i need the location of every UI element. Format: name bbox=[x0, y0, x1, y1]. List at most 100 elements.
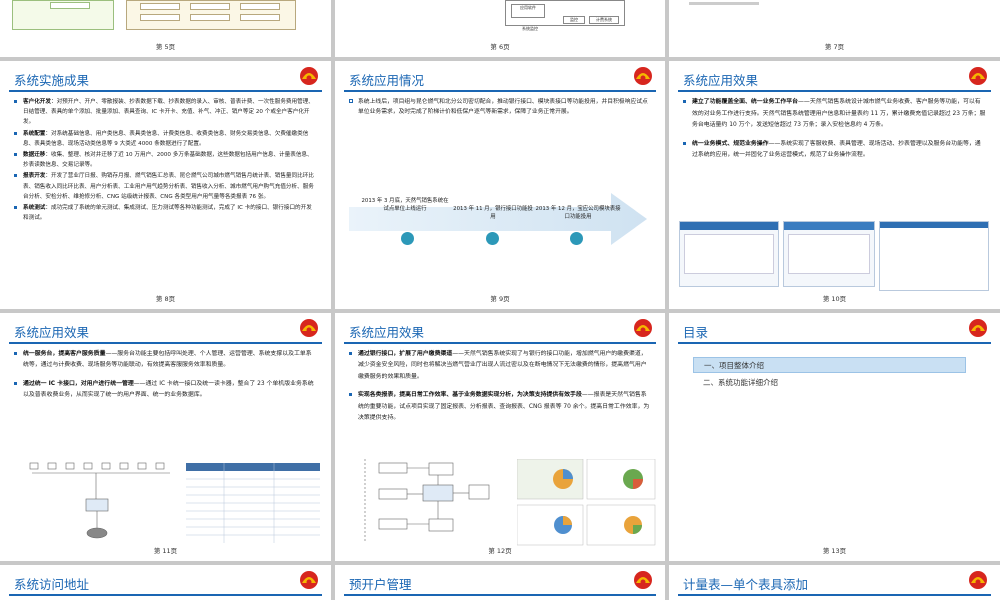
text-fragment bbox=[689, 2, 759, 5]
petrochina-logo-icon bbox=[634, 319, 652, 337]
screenshot-thumbnail bbox=[679, 221, 779, 287]
diagram-label: 系统监控 bbox=[515, 26, 545, 32]
bullet-heading: 系统测试 bbox=[23, 205, 46, 212]
title-rule bbox=[344, 342, 656, 344]
slide-title: 计量表—单个表具添加 bbox=[683, 577, 809, 592]
diagram-block bbox=[190, 3, 230, 10]
slide-title: 系统应用效果 bbox=[683, 73, 759, 88]
title-rule bbox=[678, 90, 991, 92]
page-number: 第 6页 bbox=[490, 43, 510, 51]
slide-title: 目录 bbox=[683, 325, 709, 340]
toc-item-overview[interactable]: 一、项目整体介绍 bbox=[693, 357, 966, 373]
slide-14[interactable]: 系统访问地址 bbox=[0, 565, 331, 600]
petrochina-logo-icon bbox=[300, 319, 318, 337]
bullet-text: ：开发了营业厅日报、购销存月报、燃气销售汇总表、昆仑燃气公司城市燃气销售月统计表… bbox=[23, 173, 314, 200]
slide-6[interactable]: 应用软件 监控 计费系统 系统监控 第 6页 bbox=[335, 0, 665, 57]
bullet-icon bbox=[683, 141, 686, 145]
bullet-item: 系统测试：成功完成了系统的单元测试、集成测试、压力测试等各种功能测试，完成了 I… bbox=[14, 203, 317, 223]
screenshot-thumbnail bbox=[783, 221, 875, 287]
bullet-heading: 统一服务台，提高客户服务质量 bbox=[23, 351, 106, 357]
report-charts-thumbnail bbox=[517, 459, 656, 546]
timeline-dot bbox=[486, 232, 499, 245]
petrochina-logo-icon bbox=[969, 319, 987, 337]
bullet-item: 数据迁移：收集、整理、核对并迁移了近 10 万用户、2000 多万条基础数据，这… bbox=[14, 150, 317, 170]
diagram-block bbox=[140, 14, 180, 21]
toc-item-functions[interactable]: 二、系统功能详细介绍 bbox=[693, 375, 966, 391]
bank-interface-diagram bbox=[364, 459, 490, 543]
bullet-heading: 客户化开发 bbox=[23, 99, 51, 105]
timeline-dot bbox=[401, 232, 414, 245]
slide-body: 统一服务台，提高客户服务质量——服务台功能主要包括呼叫处理、个人管理、运营管理、… bbox=[14, 349, 317, 409]
hollow-bullet-icon bbox=[349, 99, 353, 103]
slide-16[interactable]: 计量表—单个表具添加 bbox=[669, 565, 1000, 600]
page-number: 第 13页 bbox=[822, 547, 847, 555]
page-number: 第 10页 bbox=[822, 295, 847, 303]
bullet-item: 统一业务模式、规范业务操作——系统实现了客服收费、表具管理、现场活动、抄表管理以… bbox=[683, 139, 986, 162]
bullet-text: ：收集、整理、核对并迁移了近 10 万用户、2000 多万条基础数据，这些数据包… bbox=[23, 152, 313, 169]
petrochina-logo-icon bbox=[969, 67, 987, 85]
slide-title: 系统访问地址 bbox=[14, 577, 90, 592]
title-rule bbox=[9, 90, 322, 92]
bullet-item: 建立了功能覆盖全面、统一业务工作平台——天然气销售系统设计城市燃气业务收费、客户… bbox=[683, 97, 986, 132]
diagram-block bbox=[190, 14, 230, 21]
architecture-diagram bbox=[29, 462, 170, 539]
bullet-item: 统一服务台，提高客户服务质量——服务台功能主要包括呼叫处理、个人管理、运营管理、… bbox=[14, 349, 317, 372]
slide-12[interactable]: 系统应用效果 通过银行接口，扩展了用户缴费渠道——天然气销售系统实现了与银行的接… bbox=[335, 313, 665, 561]
diagram-block bbox=[50, 2, 90, 9]
bullet-icon bbox=[349, 352, 352, 355]
title-rule bbox=[678, 594, 991, 596]
bullet-item: 报表开发：开发了营业厅日报、购销存月报、燃气销售汇总表、昆仑燃气公司城市燃气销售… bbox=[14, 171, 317, 202]
slide-title: 预开户管理 bbox=[349, 577, 412, 592]
bullet-heading: 报表开发 bbox=[23, 173, 46, 180]
bullet-icon bbox=[349, 393, 352, 397]
title-rule bbox=[344, 90, 656, 92]
slide-13[interactable]: 目录 一、项目整体介绍 二、系统功能详细介绍 第 13页 bbox=[669, 313, 1000, 561]
page-number: 第 12页 bbox=[488, 547, 512, 555]
bullet-heading: 通过银行接口，扩展了用户缴费渠道 bbox=[358, 351, 453, 357]
bullet-icon bbox=[683, 100, 686, 103]
timeline-label: 2013 年 11 月，银行接口功能投用 bbox=[453, 206, 533, 220]
bullet-item: 通过统一 IC 卡接口，对用户进行统一管理——通过 IC 卡统一接口及统一读卡器… bbox=[14, 379, 317, 402]
slide-thumbnail-grid: 第 5页 应用软件 监控 计费系统 系统监控 第 6页 第 7页 系统实施成果 … bbox=[0, 0, 1000, 600]
slide-15[interactable]: 预开户管理 bbox=[335, 565, 665, 600]
bullet-heading: 建立了功能覆盖全面、统一业务工作平台 bbox=[692, 99, 799, 105]
title-rule bbox=[9, 342, 322, 344]
bullet-icon bbox=[14, 352, 17, 355]
diagram-label: 监控 bbox=[563, 16, 585, 24]
bullet-item: 实现各类报表，提高日常工作效率、基于业务数据实现分析，为决策支持提供有效手段——… bbox=[349, 390, 651, 424]
slide-11[interactable]: 系统应用效果 统一服务台，提高客户服务质量——服务台功能主要包括呼叫处理、个人管… bbox=[0, 313, 331, 561]
bullet-icon bbox=[14, 381, 17, 385]
slide-title: 系统应用效果 bbox=[349, 325, 425, 340]
slide-body: 系统上线后，项目组与昆仑燃气和北分公司密切配合，推动银行接口、模块表接口等功能投… bbox=[349, 97, 651, 118]
slide-9[interactable]: 系统应用情况 系统上线后，项目组与昆仑燃气和北分公司密切配合，推动银行接口、模块… bbox=[335, 61, 665, 309]
bullet-item: 通过银行接口，扩展了用户缴费渠道——天然气销售系统实现了与银行的接口功能，增加燃… bbox=[349, 349, 651, 383]
page-number: 第 11页 bbox=[153, 547, 178, 555]
title-rule bbox=[344, 594, 656, 596]
slide-title: 系统应用情况 bbox=[349, 73, 425, 88]
slide-body: 客户化开发：对预开户、开户、零散报装、抄表数据下载、抄表数据的录入、审核、普表计… bbox=[14, 97, 317, 224]
slide-8[interactable]: 系统实施成果 客户化开发：对预开户、开户、零散报装、抄表数据下载、抄表数据的录入… bbox=[0, 61, 331, 309]
slide-10[interactable]: 系统应用效果 建立了功能覆盖全面、统一业务工作平台——天然气销售系统设计城市燃气… bbox=[669, 61, 1000, 309]
page-number: 第 7页 bbox=[824, 43, 845, 51]
bullet-item: 客户化开发：对预开户、开户、零散报装、抄表数据下载、抄表数据的录入、审核、普表计… bbox=[14, 97, 317, 128]
bullet-heading: 数据迁移 bbox=[23, 152, 46, 159]
page-number: 第 9页 bbox=[490, 295, 510, 303]
bullet-text: ：成功完成了系统的单元测试、集成测试、压力测试等各种功能测试，完成了 IC 卡的… bbox=[23, 205, 312, 222]
bullet-icon bbox=[14, 100, 17, 103]
bullet-icon bbox=[14, 131, 17, 135]
bullet-text: ：对预开户、开户、零散报装、抄表数据下载、抄表数据的录入、审核、普表计费、一次性… bbox=[23, 99, 314, 126]
intro-paragraph: 系统上线后，项目组与昆仑燃气和北分公司密切配合，推动银行接口、模块表接口等功能投… bbox=[349, 97, 651, 117]
bullet-heading: 统一业务模式、规范业务操作 bbox=[692, 140, 769, 147]
timeline-dot bbox=[570, 232, 583, 245]
title-rule bbox=[678, 342, 991, 344]
diagram-block bbox=[240, 14, 280, 21]
page-number: 第 5页 bbox=[155, 43, 176, 51]
slide-5[interactable]: 第 5页 bbox=[0, 0, 331, 57]
slide-title: 系统实施成果 bbox=[14, 73, 90, 88]
petrochina-logo-icon bbox=[300, 571, 318, 589]
diagram-label: 计费系统 bbox=[589, 16, 619, 24]
slide-7[interactable]: 第 7页 bbox=[669, 0, 1000, 57]
petrochina-logo-icon bbox=[969, 571, 987, 589]
